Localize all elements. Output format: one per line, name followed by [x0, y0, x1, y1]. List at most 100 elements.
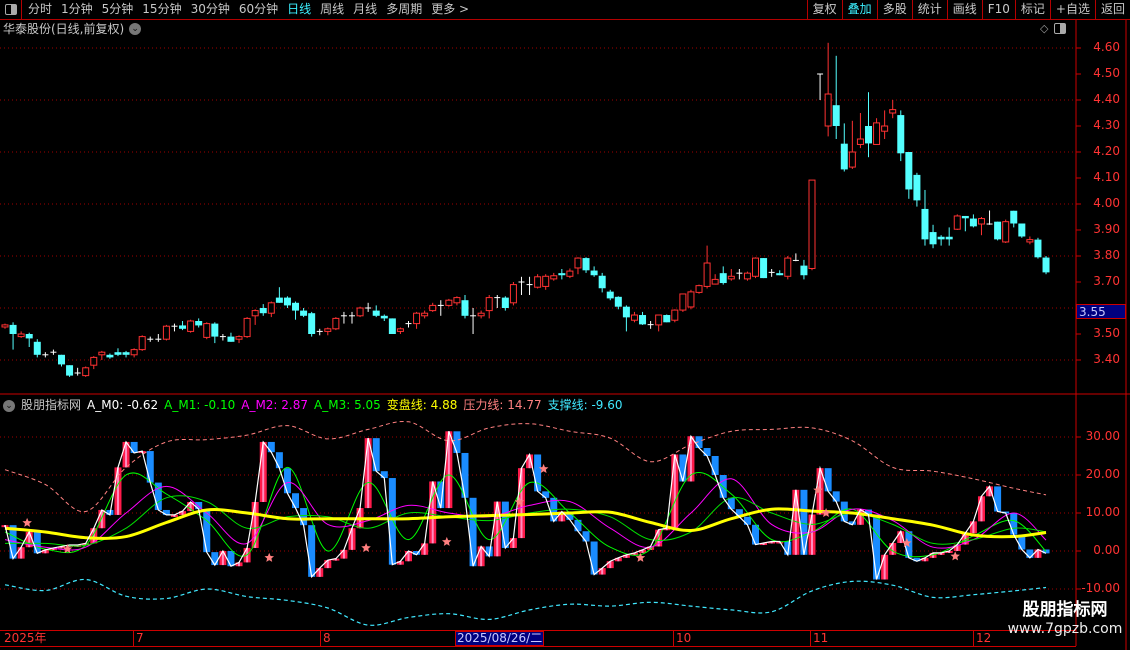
restore-rights-button[interactable]: 复权 [806, 0, 842, 19]
candle-down [388, 318, 396, 334]
candle-up [873, 122, 881, 145]
tab-period[interactable]: 月线 [353, 0, 377, 19]
tab-period[interactable]: 15分钟 [142, 0, 181, 19]
tab-more[interactable]: 更多 > [431, 0, 469, 19]
m0-bar-down [453, 431, 461, 453]
candle-down [25, 334, 33, 339]
candle-down [719, 273, 727, 284]
candle-up [630, 314, 638, 321]
candle-up [703, 262, 711, 287]
candle-down [760, 258, 768, 279]
tab-period[interactable]: 分时 [28, 0, 52, 19]
candle-up [356, 307, 364, 317]
candle-up [421, 312, 429, 317]
candle-down [622, 306, 630, 318]
diamond-icon[interactable]: ◇ [1040, 22, 1048, 35]
price-axis-label: 3.40 [1093, 352, 1120, 366]
candle-up [445, 299, 453, 306]
tab-period[interactable]: 5分钟 [102, 0, 134, 19]
tab-period[interactable]: 1分钟 [61, 0, 93, 19]
candle-down [501, 297, 509, 308]
m0-bar-down [292, 493, 300, 509]
mark-button[interactable]: 标记 [1014, 0, 1050, 19]
layout-toggle-icon[interactable] [0, 0, 22, 19]
tab-period[interactable]: 多周期 [386, 0, 422, 19]
tab-period-daily[interactable]: 日线 [287, 0, 311, 19]
candle-up [679, 293, 687, 311]
date-label: 11 [810, 631, 828, 646]
m0-bar-down [824, 468, 832, 492]
watermark: 股朋指标网 www.7gpzb.com [1000, 600, 1130, 638]
candle-down [1010, 210, 1018, 224]
tab-period[interactable]: 60分钟 [239, 0, 278, 19]
m0-bar-down [590, 541, 598, 575]
candle-down [945, 236, 953, 240]
chart-canvas[interactable] [0, 0, 1130, 650]
main-chart-icons: ◇ [1040, 22, 1067, 35]
cursor-date-label: 2025/08/26/二 [455, 631, 545, 646]
period-tabs: 分时 1分钟 5分钟 15分钟 30分钟 60分钟 日线 周线 月线 多周期 更… [28, 0, 469, 19]
multi-stock-button[interactable]: 多股 [876, 0, 912, 19]
m0-bar-down [582, 531, 590, 542]
price-axis-label: 3.90 [1093, 222, 1120, 236]
f10-button[interactable]: F10 [981, 0, 1015, 19]
candle-up [655, 314, 663, 326]
candle-down [300, 310, 308, 316]
overlay-button[interactable]: 叠加 [841, 0, 877, 19]
price-axis-label: 4.10 [1093, 170, 1120, 184]
m0-bar-down [703, 448, 711, 456]
candle-up [413, 312, 421, 325]
candle-up [17, 333, 25, 338]
candle-down [66, 365, 74, 376]
star-marker [442, 536, 452, 546]
indicator-axis-label: 30.00 [1085, 429, 1120, 443]
candle-down [1042, 257, 1050, 273]
m0-bar-down [534, 454, 542, 492]
candle-down [840, 143, 848, 170]
candle-up [477, 312, 485, 317]
candle-up [743, 272, 751, 280]
tab-period[interactable]: 周线 [320, 0, 344, 19]
m0-bar-down [469, 497, 477, 567]
m0-bar-down [130, 441, 138, 453]
candle-up [453, 297, 461, 304]
candle-down [897, 115, 905, 154]
back-button[interactable]: 返回 [1094, 0, 1130, 19]
candle-down [372, 310, 380, 316]
candle-up [752, 257, 760, 277]
candle-down [800, 265, 808, 276]
candle-up [889, 109, 897, 114]
candle-up [98, 351, 106, 356]
m0-bar-down [1010, 513, 1018, 535]
chevron-down-icon[interactable]: ⌄ [3, 399, 15, 412]
candle-up [566, 270, 574, 277]
m0-bar-down [162, 509, 170, 515]
indicator-header: ⌄ 股朋指标网 A_M0: -0.62 A_M1: -0.10 A_M2: 2.87… [3, 398, 623, 413]
candle-up [251, 310, 259, 317]
draw-line-button[interactable]: 画线 [946, 0, 982, 19]
price-axis-label: 3.80 [1093, 248, 1120, 262]
candle-up [235, 336, 243, 340]
date-label: 7 [133, 631, 144, 646]
tab-period[interactable]: 30分钟 [191, 0, 230, 19]
stock-title: 华泰股份(日线,前复权) [3, 22, 125, 36]
m0-bar-down [388, 478, 396, 565]
candle-up [396, 328, 404, 332]
candle-up [671, 309, 679, 321]
add-watchlist-button[interactable]: +自选 [1049, 0, 1095, 19]
candle-down [380, 315, 388, 319]
candle-down [921, 208, 929, 240]
m0-bar-down [542, 491, 550, 498]
chevron-down-icon[interactable]: ⌄ [129, 23, 142, 35]
statistics-button[interactable]: 统计 [911, 0, 947, 19]
legend-item: A_M0: -0.62 [87, 398, 159, 412]
candle-down [114, 352, 122, 355]
m0-bar-down [873, 514, 881, 580]
candle-up [82, 367, 90, 377]
indicator-axis-label: 20.00 [1085, 467, 1120, 481]
m0-bar-down [146, 451, 154, 483]
watermark-url: www.7gpzb.com [1007, 621, 1123, 637]
candle-up [485, 297, 493, 312]
legend-item: A_M1: -0.10 [164, 398, 236, 412]
panel-toggle-icon[interactable] [1054, 23, 1067, 34]
